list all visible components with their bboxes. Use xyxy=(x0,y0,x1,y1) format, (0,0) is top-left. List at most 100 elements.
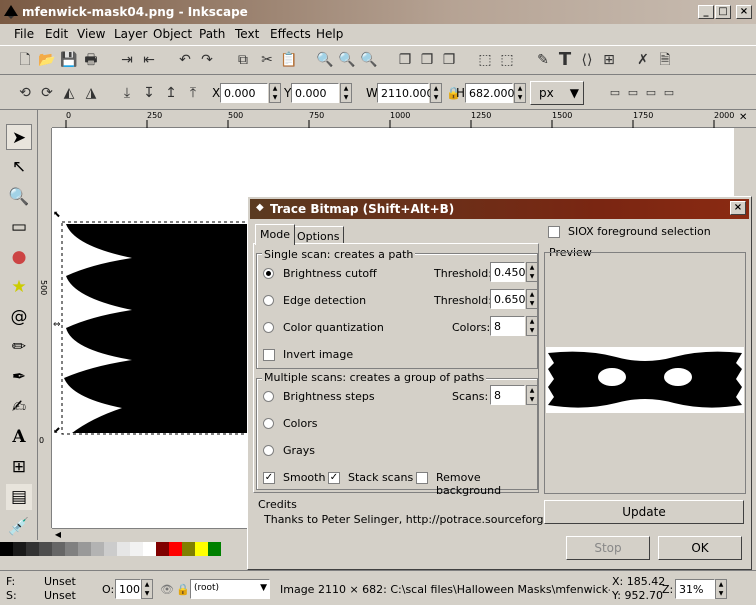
stack-scans-checkbox[interactable]: ✓ xyxy=(328,472,340,484)
tab-options[interactable]: Options xyxy=(292,226,345,244)
edge-threshold-spinner[interactable]: ▲ ▼ xyxy=(526,289,538,309)
menu-edit[interactable]: Edit xyxy=(45,27,68,41)
scale-corners-icon[interactable]: ▭ xyxy=(624,84,642,102)
xml-editor-icon[interactable]: ⟨⟩ xyxy=(578,51,596,69)
document-properties-icon[interactable]: 🗎 xyxy=(656,51,674,69)
invert-image-checkbox[interactable] xyxy=(263,349,275,361)
zoom-drawing-icon[interactable]: 🔍 xyxy=(338,51,356,69)
palette-swatch[interactable] xyxy=(208,542,221,556)
menu-view[interactable]: View xyxy=(77,27,105,41)
height-input[interactable]: 682.000 xyxy=(465,83,515,103)
colors-radio[interactable] xyxy=(263,418,274,429)
zoom-page-icon[interactable]: 🔍 xyxy=(360,51,378,69)
y-spinner[interactable]: ▲ ▼ xyxy=(340,83,352,103)
opacity-input[interactable]: 100 xyxy=(115,579,141,599)
calligraphy-tool-icon[interactable]: ✍ xyxy=(6,394,32,420)
palette-swatch[interactable] xyxy=(195,542,208,556)
x-input[interactable]: 0.000 xyxy=(220,83,268,103)
flip-vertical-icon[interactable]: ◮ xyxy=(82,84,100,102)
remove-background-checkbox[interactable] xyxy=(416,472,428,484)
y-input[interactable]: 0.000 xyxy=(291,83,339,103)
menu-text[interactable]: Text xyxy=(235,27,259,41)
grays-radio[interactable] xyxy=(263,445,274,456)
ellipse-tool-icon[interactable]: ● xyxy=(6,244,32,270)
lower-icon[interactable]: ↧ xyxy=(140,84,158,102)
rotate-cw-icon[interactable]: ⟳ xyxy=(38,84,56,102)
import-icon[interactable]: ⇥ xyxy=(118,51,136,69)
edge-threshold-input[interactable]: 0.650 xyxy=(490,289,526,309)
node-tool-icon[interactable]: ↖ xyxy=(6,154,32,180)
menu-file[interactable]: File xyxy=(14,27,34,41)
unlink-clone-icon[interactable]: ❐ xyxy=(440,51,458,69)
height-spinner[interactable]: ▲ ▼ xyxy=(514,83,526,103)
export-icon[interactable]: ⇤ xyxy=(140,51,158,69)
colors-input[interactable]: 8 xyxy=(490,316,525,336)
brightness-threshold-spinner[interactable]: ▲ ▼ xyxy=(526,262,538,282)
unit-select[interactable]: px ▼ xyxy=(530,81,584,105)
palette-swatch[interactable] xyxy=(143,542,156,556)
palette-swatch[interactable] xyxy=(0,542,13,556)
menu-layer[interactable]: Layer xyxy=(114,27,147,41)
palette-swatch[interactable] xyxy=(65,542,78,556)
fill-stroke-icon[interactable]: ✎ xyxy=(534,51,552,69)
close-button[interactable]: × xyxy=(736,5,752,19)
menu-effects[interactable]: Effects xyxy=(270,27,311,41)
text-font-icon[interactable]: T xyxy=(556,51,574,69)
gradient-tool-icon[interactable]: ▤ xyxy=(6,484,32,510)
save-icon[interactable]: 💾 xyxy=(60,51,78,69)
zoom-input[interactable]: 31% xyxy=(675,579,715,599)
palette-swatch[interactable] xyxy=(117,542,130,556)
smooth-checkbox[interactable]: ✓ xyxy=(263,472,275,484)
palette-swatch[interactable] xyxy=(169,542,182,556)
open-icon[interactable]: 📂 xyxy=(38,51,56,69)
x-spinner[interactable]: ▲ ▼ xyxy=(269,83,281,103)
align-distribute-icon[interactable]: ⊞ xyxy=(600,51,618,69)
siox-checkbox[interactable] xyxy=(548,226,560,238)
selector-tool-icon[interactable]: ➤ xyxy=(6,124,32,150)
tab-mode[interactable]: Mode xyxy=(255,224,295,245)
redo-icon[interactable]: ↷ xyxy=(198,51,216,69)
ok-button[interactable]: OK xyxy=(658,536,742,560)
palette-swatch[interactable] xyxy=(39,542,52,556)
rotate-ccw-icon[interactable]: ⟲ xyxy=(16,84,34,102)
scroll-left-icon[interactable]: ◀ xyxy=(52,530,64,542)
palette-swatch[interactable] xyxy=(78,542,91,556)
lower-to-bottom-icon[interactable]: ⤓ xyxy=(118,84,136,102)
zoom-corner-icon[interactable]: ✕ xyxy=(734,110,756,128)
spiral-tool-icon[interactable]: @ xyxy=(6,304,32,330)
width-spinner[interactable]: ▲ ▼ xyxy=(430,83,442,103)
dialog-close-button[interactable]: × xyxy=(730,201,746,215)
flip-horizontal-icon[interactable]: ◭ xyxy=(60,84,78,102)
copy-icon[interactable]: ⧉ xyxy=(234,51,252,69)
ungroup-icon[interactable]: ⬚ xyxy=(498,51,516,69)
lock-icon[interactable]: 🔒 xyxy=(176,583,190,596)
scans-input[interactable]: 8 xyxy=(490,385,525,405)
brightness-steps-radio[interactable] xyxy=(263,391,274,402)
transform-patterns-icon[interactable]: ▭ xyxy=(660,84,678,102)
connector-tool-icon[interactable]: ⊞ xyxy=(6,454,32,480)
layer-select[interactable]: (root) ▼ xyxy=(190,579,270,599)
pencil-tool-icon[interactable]: ✏ xyxy=(6,334,32,360)
scans-spinner[interactable]: ▲ ▼ xyxy=(526,385,538,405)
menu-object[interactable]: Object xyxy=(153,27,192,41)
pen-tool-icon[interactable]: ✒ xyxy=(6,364,32,390)
print-icon[interactable]: 🖶 xyxy=(82,51,100,69)
palette-swatch[interactable] xyxy=(91,542,104,556)
clone-icon[interactable]: ❐ xyxy=(418,51,436,69)
transform-gradients-icon[interactable]: ▭ xyxy=(642,84,660,102)
scale-stroke-icon[interactable]: ▭ xyxy=(606,84,624,102)
resize-handle-icon[interactable]: ⇔ xyxy=(53,320,61,330)
resize-handle-icon[interactable]: ⬉ xyxy=(53,210,61,220)
zoom-selection-icon[interactable]: 🔍 xyxy=(316,51,334,69)
edge-detection-radio[interactable] xyxy=(263,295,274,306)
palette-swatch[interactable] xyxy=(52,542,65,556)
update-button[interactable]: Update xyxy=(544,500,744,524)
star-tool-icon[interactable]: ★ xyxy=(6,274,32,300)
palette-swatch[interactable] xyxy=(13,542,26,556)
color-quantization-radio[interactable] xyxy=(263,322,274,333)
group-icon[interactable]: ⬚ xyxy=(476,51,494,69)
text-tool-icon[interactable]: A xyxy=(6,424,32,450)
maximize-button[interactable]: □ xyxy=(715,5,731,19)
palette-swatch[interactable] xyxy=(182,542,195,556)
palette-swatch[interactable] xyxy=(156,542,169,556)
